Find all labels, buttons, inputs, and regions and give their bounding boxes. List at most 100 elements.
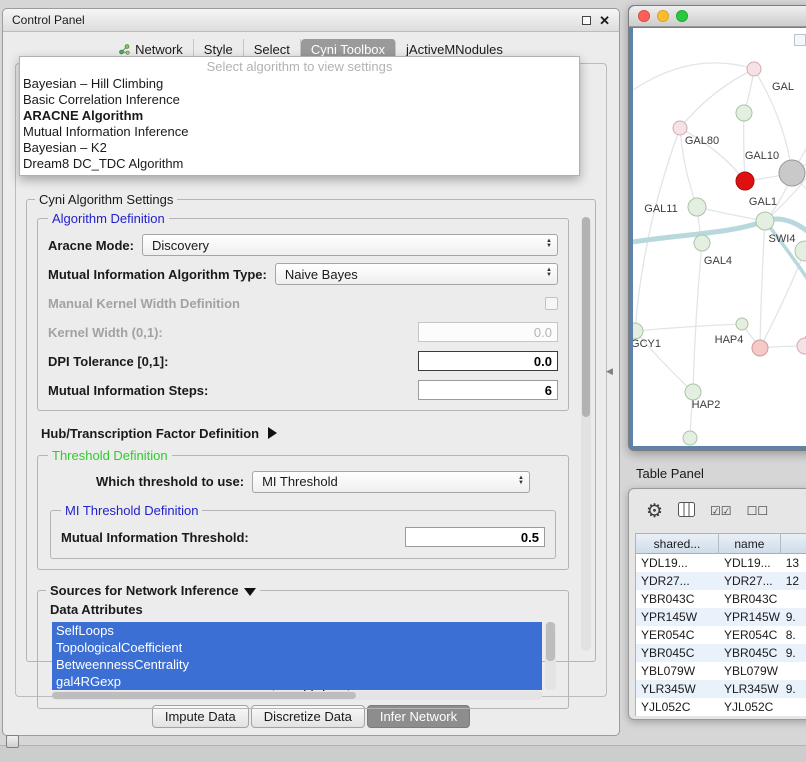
attribute-list-vscrollbar[interactable]	[545, 622, 556, 690]
close-icon[interactable]: ✕	[599, 14, 610, 27]
node[interactable]	[736, 105, 752, 121]
column-header[interactable]	[781, 534, 806, 554]
node-swi4[interactable]	[795, 241, 806, 261]
table-row[interactable]: YPR145WYPR145W9.	[636, 608, 806, 626]
mi-type-select[interactable]: Naive Bayes ▲▼	[275, 263, 558, 285]
node-label: GAL11	[644, 203, 677, 215]
node-gray[interactable]	[779, 160, 805, 186]
deselect-all-checks-icon[interactable]: ☐☐	[747, 504, 769, 518]
node-gal10-selected[interactable]	[736, 172, 754, 190]
expanded-arrow-icon	[244, 588, 256, 596]
manual-kernel-checkbox[interactable]	[545, 297, 558, 310]
algorithm-dropdown-list: Bayesian – Hill ClimbingBasic Correlatio…	[20, 76, 579, 172]
hub-definition-toggle[interactable]: Hub/Transcription Factor Definition	[41, 424, 569, 442]
table-row[interactable]: YBL079WYBL079W	[636, 662, 806, 680]
node-gal4[interactable]	[694, 235, 710, 251]
table-cell: YBR045C	[719, 644, 781, 662]
which-threshold-value: MI Threshold	[262, 474, 338, 489]
node-gal11[interactable]	[688, 198, 706, 216]
table-cell: YDL19...	[636, 554, 719, 572]
tab-label: jActiveMNodules	[406, 42, 503, 57]
tab-label: Select	[254, 42, 290, 57]
mi-threshold-field[interactable]	[405, 527, 545, 547]
which-threshold-select[interactable]: MI Threshold ▲▼	[252, 471, 530, 493]
node-hap4[interactable]	[752, 340, 768, 356]
manual-kernel-row: Manual Kernel Width Definition	[48, 291, 558, 315]
table-cell: 12	[781, 572, 806, 590]
network-window-titlebar[interactable]	[629, 6, 806, 27]
splitter-collapse-icon[interactable]: ◀	[606, 366, 613, 377]
node-label: GCY1	[633, 338, 661, 350]
table-row[interactable]: YDL19...YDL19...13	[636, 554, 806, 572]
table-cell: YBR043C	[719, 590, 781, 608]
gear-icon[interactable]: ⚙	[646, 500, 663, 523]
scrollbar-thumb[interactable]	[546, 622, 555, 661]
table-cell: YJL052C	[719, 698, 781, 716]
mi-threshold-group: MI Threshold Definition Mutual Informati…	[50, 503, 556, 559]
algorithm-option-bayesian-hill-climbing[interactable]: Bayesian – Hill Climbing	[20, 76, 579, 92]
node[interactable]	[683, 431, 697, 445]
attribute-item-selfloops[interactable]: SelfLoops	[52, 622, 542, 639]
mini-panel-icon[interactable]	[6, 735, 19, 748]
zoom-traffic-light-icon[interactable]	[676, 10, 688, 22]
node-hap2[interactable]	[685, 384, 701, 400]
collapsed-arrow-icon	[268, 427, 277, 439]
manual-kernel-label: Manual Kernel Width Definition	[48, 296, 240, 311]
table-toolbar: ⚙ ☑☑ ☐☐	[629, 489, 806, 533]
mi-threshold-row: Mutual Information Threshold:	[61, 525, 545, 549]
algorithm-option-bayesian-k2[interactable]: Bayesian – K2	[20, 140, 579, 156]
mi-steps-field[interactable]	[418, 380, 558, 400]
node-label: GAL10	[745, 150, 779, 162]
network-nodes[interactable]	[633, 62, 806, 445]
sources-title-toggle[interactable]: Sources for Network Inference	[46, 583, 260, 598]
table-body: YDL19...YDL19...13YDR27...YDR27...12YBR0…	[636, 554, 806, 716]
table-row[interactable]: YBR043CYBR043C	[636, 590, 806, 608]
aracne-mode-select[interactable]: Discovery ▲▼	[142, 234, 558, 256]
canvas-scrollbar-corner[interactable]	[794, 34, 806, 46]
column-header-name[interactable]: name	[719, 534, 781, 554]
column-browser-icon[interactable]	[678, 502, 695, 520]
tab-label: Style	[204, 42, 233, 57]
algorithm-dropdown: Select algorithm to view settings Bayesi…	[19, 56, 580, 176]
select-all-checks-icon[interactable]: ☑☑	[710, 504, 732, 518]
settings-vscrollbar[interactable]	[581, 217, 591, 651]
node-gal80[interactable]	[673, 121, 687, 135]
kernel-width-field[interactable]	[418, 322, 558, 342]
node-gcy1[interactable]	[633, 323, 643, 339]
algorithm-definition-title: Algorithm Definition	[48, 211, 169, 226]
close-traffic-light-icon[interactable]	[638, 10, 650, 22]
minimize-traffic-light-icon[interactable]	[657, 10, 669, 22]
data-attributes-list[interactable]: SelfLoopsTopologicalCoefficientBetweenne…	[52, 622, 556, 700]
table-cell: YBL079W	[636, 662, 719, 680]
dpi-tolerance-label: DPI Tolerance [0,1]:	[48, 354, 168, 369]
scrollbar-thumb[interactable]	[582, 217, 590, 417]
network-canvas[interactable]: GAL GAL80 GAL10 GAL11 GAL1 SWI4 GAL4 GCY…	[633, 28, 806, 446]
algorithm-option-dream8-dc-tdc-algorithm[interactable]: Dream8 DC_TDC Algorithm	[20, 156, 579, 172]
float-window-icon[interactable]	[582, 16, 591, 25]
attribute-list-hscrollbar[interactable]	[52, 691, 542, 700]
table-row[interactable]: YDR27...YDR27...12	[636, 572, 806, 590]
dpi-tolerance-field[interactable]	[418, 351, 558, 371]
algorithm-option-mutual-information-inference[interactable]: Mutual Information Inference	[20, 124, 579, 140]
cyni-algorithm-settings-group: Cyni Algorithm Settings Algorithm Defini…	[26, 192, 596, 662]
table-cell	[781, 590, 806, 608]
attribute-item-gal4rgexp[interactable]: gal4RGexp	[52, 673, 542, 690]
table-row[interactable]: YJL052CYJL052C	[636, 698, 806, 716]
node[interactable]	[736, 318, 748, 330]
column-header-shared[interactable]: shared...	[636, 534, 719, 554]
mi-type-row: Mutual Information Algorithm Type: Naive…	[48, 262, 558, 286]
mi-steps-label: Mutual Information Steps:	[48, 383, 208, 398]
algorithm-option-basic-correlation-inference[interactable]: Basic Correlation Inference	[20, 92, 579, 108]
node-label: GAL4	[704, 255, 732, 267]
scrollbar-thumb[interactable]	[52, 692, 356, 699]
attribute-item-topologicalcoefficient[interactable]: TopologicalCoefficient	[52, 639, 542, 656]
node-gal1[interactable]	[756, 212, 774, 230]
table-row[interactable]: YER054CYER054C8.	[636, 626, 806, 644]
aracne-mode-row: Aracne Mode: Discovery ▲▼	[48, 233, 558, 257]
node[interactable]	[747, 62, 761, 76]
attribute-item-betweennesscentrality[interactable]: BetweennessCentrality	[52, 656, 542, 673]
table-header-row: shared...name	[636, 534, 806, 554]
table-row[interactable]: YBR045CYBR045C9.	[636, 644, 806, 662]
table-row[interactable]: YLR345WYLR345W9.	[636, 680, 806, 698]
algorithm-option-aracne-algorithm[interactable]: ARACNE Algorithm	[20, 108, 579, 124]
